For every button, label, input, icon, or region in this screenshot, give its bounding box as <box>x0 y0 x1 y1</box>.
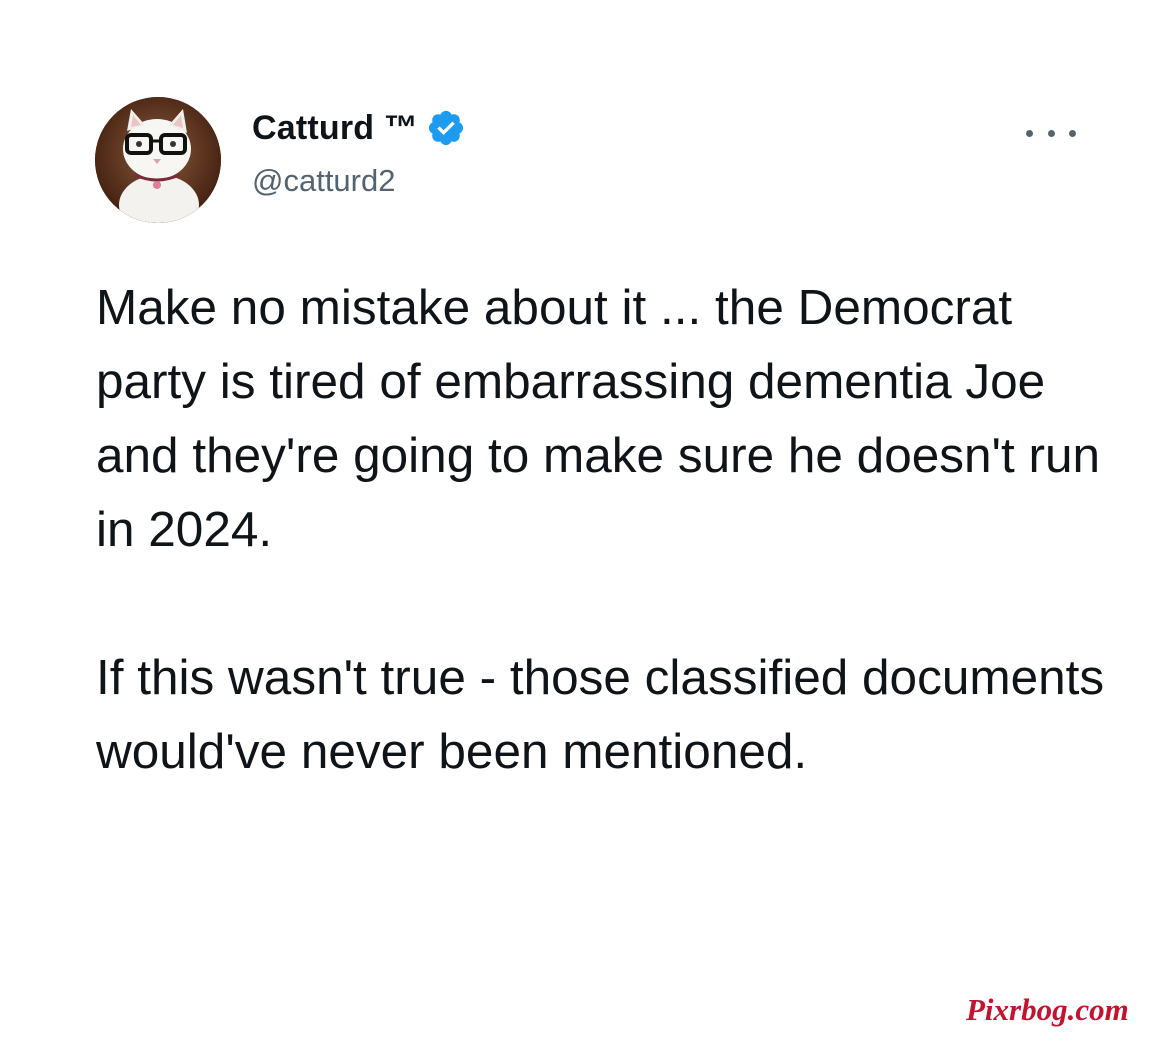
tweet-paragraph: If this wasn't true - those classified d… <box>96 650 1105 779</box>
more-horizontal-icon <box>1047 129 1055 137</box>
watermark: Pixrbog.com <box>966 992 1129 1027</box>
more-horizontal-icon <box>1069 129 1076 137</box>
cat-with-glasses-avatar-icon <box>95 97 221 223</box>
display-name[interactable]: Catturd ™ <box>252 109 418 148</box>
author-handle[interactable]: @catturd2 <box>252 163 395 199</box>
avatar[interactable] <box>95 97 221 223</box>
tweet-paragraph: Make no mistake about it ... the Democra… <box>96 280 1101 557</box>
verified-badge-icon <box>426 108 466 148</box>
author-name-row[interactable]: Catturd ™ <box>252 108 466 148</box>
tweet-text: Make no mistake about it ... the Democra… <box>96 271 1126 789</box>
more-options-button[interactable] <box>1026 118 1076 148</box>
more-horizontal-icon <box>1026 129 1033 137</box>
tweet-card: Catturd ™ @catturd2 Make no mistake abou… <box>0 0 1170 1046</box>
